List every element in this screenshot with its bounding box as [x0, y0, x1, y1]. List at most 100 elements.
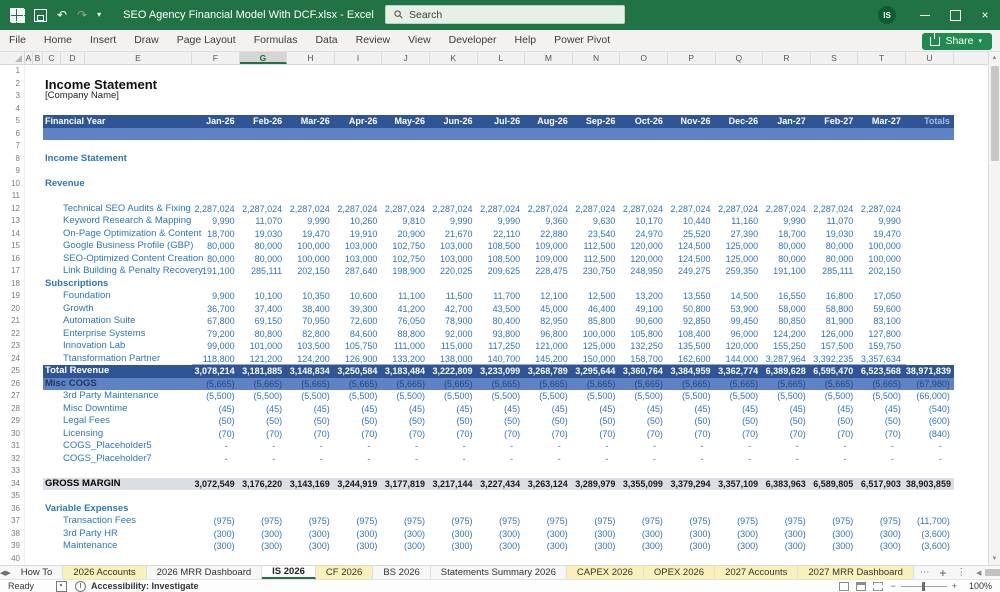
cell[interactable]: -: [716, 453, 764, 466]
cell[interactable]: 202,150: [287, 265, 335, 278]
cell[interactable]: (300): [763, 540, 811, 553]
financial-year-header-cell[interactable]: Financial Year: [43, 115, 192, 128]
cell[interactable]: 120,000: [620, 240, 668, 253]
cell[interactable]: 285,111: [811, 265, 859, 278]
ribbon-tab-review[interactable]: Review: [347, 30, 399, 51]
month-header-cell[interactable]: Apr-26: [335, 115, 383, 128]
cell[interactable]: 2,287,024: [763, 203, 811, 216]
sheet-tab-2026-accounts[interactable]: 2026 Accounts: [63, 566, 147, 579]
cell[interactable]: 19,470: [858, 228, 906, 241]
cell[interactable]: 248,950: [620, 265, 668, 278]
restore-button[interactable]: [940, 0, 970, 30]
cell[interactable]: 3,072,549: [192, 478, 240, 491]
cell[interactable]: (50): [620, 415, 668, 428]
cell[interactable]: 127,800: [858, 328, 906, 341]
sheet-tab-how-to[interactable]: How To: [11, 566, 64, 579]
zoom-level[interactable]: 100%: [964, 581, 992, 591]
section-label[interactable]: Revenue: [43, 178, 85, 191]
cell[interactable]: 2,287,024: [620, 203, 668, 216]
cell[interactable]: -: [335, 440, 383, 453]
cell[interactable]: 3,360,764: [620, 365, 668, 378]
month-header-cell[interactable]: Mar-27: [858, 115, 906, 128]
cell[interactable]: 2,287,024: [478, 203, 526, 216]
row-label[interactable]: Enterprise Systems: [43, 328, 192, 341]
column-header-R[interactable]: R: [763, 52, 811, 64]
row-number-33[interactable]: 33: [0, 465, 25, 478]
row-label[interactable]: Foundation: [43, 290, 192, 303]
cell[interactable]: -: [192, 440, 240, 453]
column-header-E[interactable]: E: [85, 52, 192, 64]
cell[interactable]: (70): [525, 428, 573, 441]
cell[interactable]: 9,990: [763, 215, 811, 228]
cell[interactable]: (50): [763, 415, 811, 428]
column-header-A[interactable]: A: [25, 52, 33, 64]
cell[interactable]: 121,200: [239, 353, 288, 365]
month-header-cell[interactable]: May-26: [382, 115, 430, 128]
ribbon-tab-insert[interactable]: Insert: [81, 30, 125, 51]
cell[interactable]: 67,800: [192, 315, 240, 328]
cell[interactable]: (300): [240, 540, 288, 553]
cell[interactable]: (5,500): [763, 390, 811, 403]
row-label[interactable]: Transaction Fees: [43, 515, 192, 528]
cell[interactable]: (45): [811, 403, 859, 416]
select-all-button[interactable]: [0, 52, 25, 64]
cell[interactable]: 80,000: [763, 240, 811, 253]
cell[interactable]: (50): [240, 415, 288, 428]
row-number-18[interactable]: 18: [0, 277, 25, 290]
cell[interactable]: -: [478, 453, 526, 466]
cell[interactable]: (50): [716, 415, 764, 428]
cell[interactable]: 83,100: [858, 315, 906, 328]
cell[interactable]: (45): [240, 403, 288, 416]
cell[interactable]: 80,000: [192, 253, 240, 266]
cell[interactable]: 39,300: [335, 303, 383, 316]
cell[interactable]: 6,389,628: [763, 365, 811, 378]
cell[interactable]: 27,390: [716, 228, 764, 241]
cell[interactable]: (300): [620, 528, 668, 541]
cell[interactable]: (45): [192, 403, 240, 416]
cell[interactable]: (50): [668, 415, 716, 428]
cell[interactable]: (70): [240, 428, 288, 441]
cell[interactable]: 103,000: [335, 253, 383, 266]
cell[interactable]: 191,100: [192, 265, 240, 278]
tab-menu-button[interactable]: ⋮: [956, 567, 966, 578]
cell[interactable]: (300): [525, 540, 573, 553]
cell[interactable]: (5,665): [287, 378, 335, 391]
column-header-I[interactable]: I: [335, 52, 383, 64]
cell[interactable]: -: [858, 440, 906, 453]
column-header-P[interactable]: P: [668, 52, 716, 64]
normal-view-icon[interactable]: [839, 581, 850, 591]
cell[interactable]: -: [716, 440, 764, 453]
cell[interactable]: 53,900: [716, 303, 764, 316]
cell[interactable]: 80,000: [811, 240, 859, 253]
cell[interactable]: 37,400: [240, 303, 288, 316]
totals-cell[interactable]: -: [906, 440, 954, 453]
row-label[interactable]: COGS_Placeholder7: [43, 453, 192, 466]
cell[interactable]: -: [478, 440, 526, 453]
scroll-up-icon[interactable]: ▲: [992, 52, 998, 64]
totals-cell[interactable]: -: [906, 453, 954, 466]
row-label[interactable]: Maintenance: [43, 540, 192, 553]
row-number-34[interactable]: 34: [0, 477, 25, 490]
column-header-J[interactable]: J: [382, 52, 430, 64]
row-label[interactable]: Keyword Research & Mapping: [43, 215, 192, 228]
ribbon-tab-developer[interactable]: Developer: [440, 30, 506, 51]
cell[interactable]: (5,665): [478, 378, 526, 391]
cell[interactable]: 120,000: [620, 253, 668, 266]
cell[interactable]: 2,287,024: [811, 203, 859, 216]
cell[interactable]: 72,600: [335, 315, 383, 328]
sheet-tab-bs-2026[interactable]: BS 2026: [373, 566, 431, 579]
totals-cell[interactable]: (600): [906, 415, 954, 428]
cell[interactable]: 3,295,644: [573, 365, 621, 378]
cell[interactable]: 76,050: [382, 315, 430, 328]
cell[interactable]: -: [240, 453, 288, 466]
cell[interactable]: (50): [382, 415, 430, 428]
cell[interactable]: 3,357,634: [858, 353, 906, 365]
cell[interactable]: 3,289,979: [573, 478, 621, 491]
qat-customize-caret-icon[interactable]: ▾: [97, 11, 101, 19]
cell[interactable]: (5,500): [525, 390, 573, 403]
cell[interactable]: (300): [858, 528, 906, 541]
cell[interactable]: (50): [430, 415, 478, 428]
cell[interactable]: 82,800: [287, 328, 335, 341]
cell[interactable]: (5,665): [430, 378, 478, 391]
cell[interactable]: 259,350: [716, 265, 764, 278]
